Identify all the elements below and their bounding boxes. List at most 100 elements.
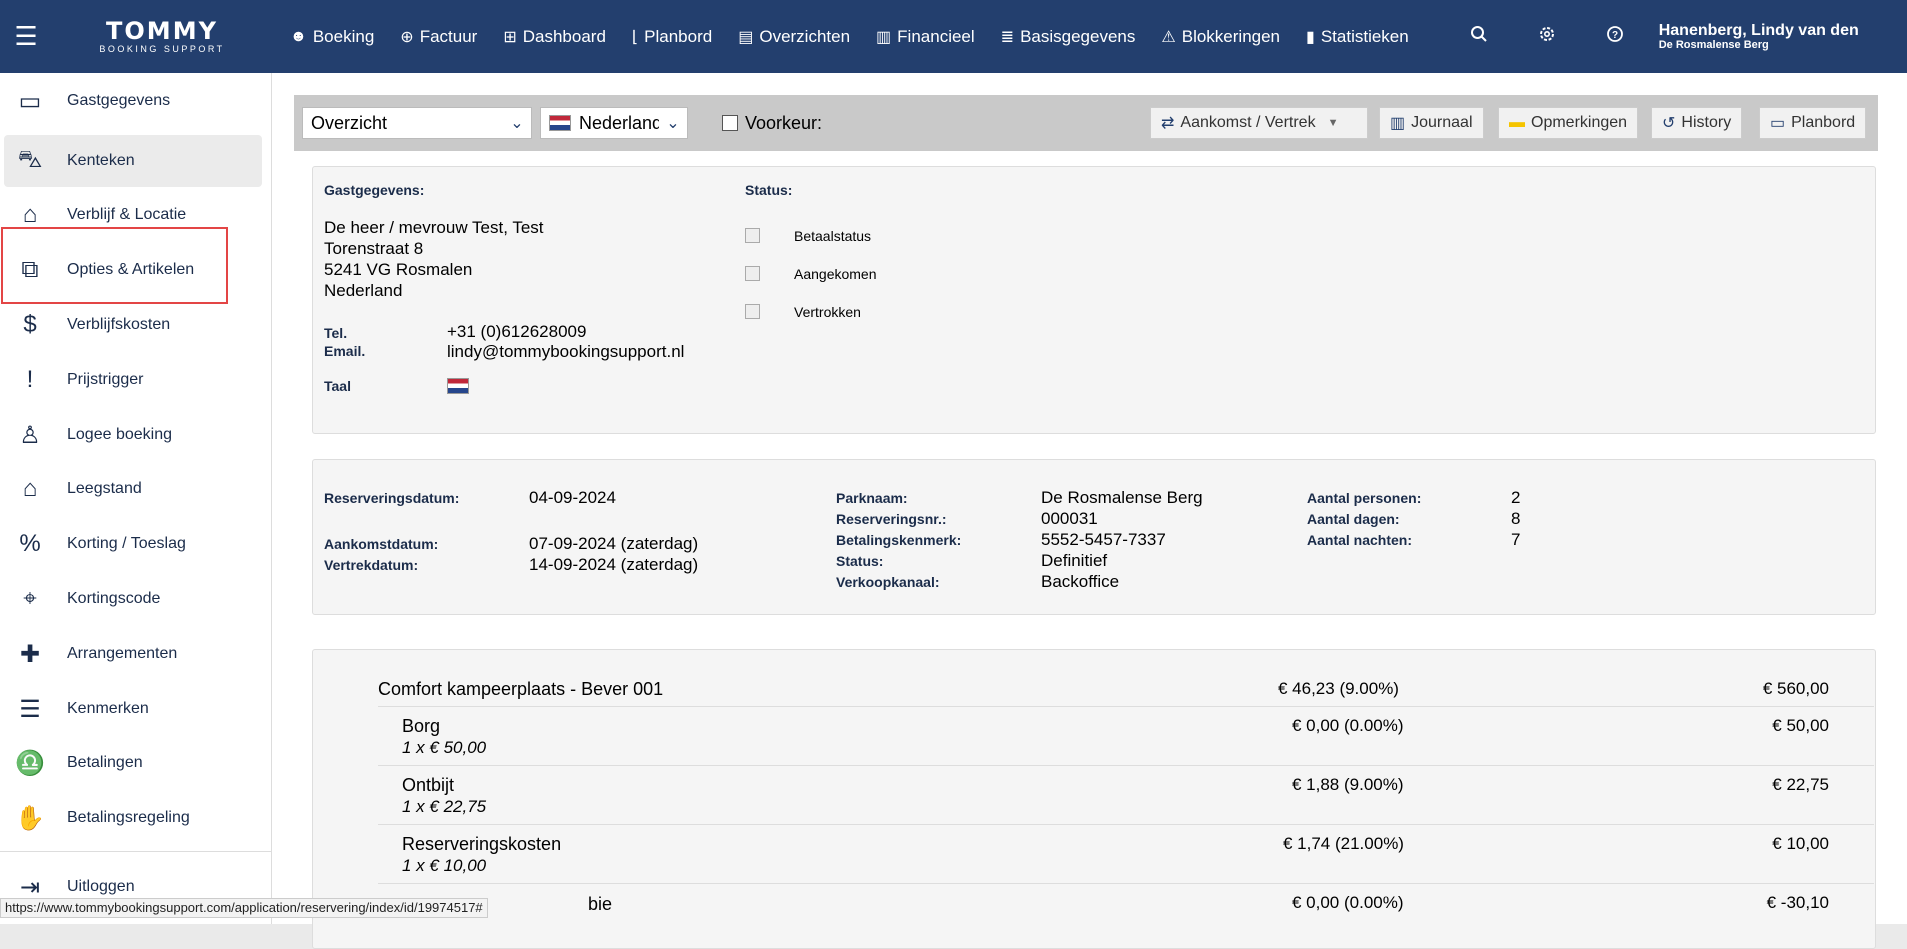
tommy-logo[interactable]: TOMMY BOOKING SUPPORT <box>52 19 272 54</box>
sidebar-item-label: Leegstand <box>67 480 142 497</box>
line-name: Ontbijt <box>402 775 455 795</box>
line-qty: 1 x € 50,00 <box>402 738 487 757</box>
voorkeur-checkbox[interactable]: Voorkeur: <box>722 107 822 139</box>
language-select[interactable]: Nederlands ⌄ <box>540 107 688 139</box>
sidebar-item-kenteken[interactable]: ⛍ Kenteken <box>4 135 262 187</box>
sidebar-item-label: Verblijf & Locatie <box>67 206 187 223</box>
status-heading: Status: <box>745 182 793 198</box>
user-plus-icon: ♙ <box>19 421 41 449</box>
nav-label: Overzichten <box>759 26 851 46</box>
taal-label: Taal <box>324 378 351 394</box>
button-label: Journaal <box>1411 114 1473 131</box>
sidebar-item-betalingen[interactable]: ♎ Betalingen <box>4 737 262 789</box>
nav-item-statistieken[interactable]: ▮ Statistieken <box>1306 27 1409 47</box>
sidebar-item-label: Betalingsregeling <box>67 809 190 826</box>
plus-circle-icon: ⊕ <box>400 28 414 46</box>
dutch-flag-icon <box>447 378 469 394</box>
button-label: History <box>1681 114 1732 131</box>
nav-label: Boeking <box>312 26 375 46</box>
button-label: Planbord <box>1791 114 1856 131</box>
smile-icon: ☻ <box>290 27 307 45</box>
caret-down-icon: ▼ <box>1327 117 1339 129</box>
sidebar-item-prijstrigger[interactable]: ! Prijstrigger <box>4 354 262 406</box>
sidebar-item-logee-boeking[interactable]: ♙ Logee boeking <box>4 409 262 461</box>
checklist-icon: ☰ <box>19 695 41 723</box>
line-amount: € 22,75 <box>1772 775 1829 794</box>
list-icon: ▤ <box>738 28 754 46</box>
nav-item-financieel[interactable]: ▥ Financieel <box>876 27 975 47</box>
help-icon[interactable]: ? <box>1581 25 1649 48</box>
hamburger-menu-icon[interactable]: ☰ <box>0 0 52 73</box>
guest-street: Torenstraat 8 <box>324 239 424 258</box>
sidebar-item-korting-toeslag[interactable]: % Korting / Toeslag <box>4 518 262 570</box>
sidebar-item-label: Kortingscode <box>67 590 161 607</box>
line-main: Comfort kampeerplaats - Bever 001 € 46,2… <box>378 650 1874 707</box>
sidebar-item-kenmerken[interactable]: ☰ Kenmerken <box>4 683 262 735</box>
search-icon[interactable] <box>1445 25 1513 48</box>
line-amount: € 560,00 <box>1762 679 1829 698</box>
kanaal-label: Verkoopkanaal: <box>836 574 940 590</box>
aankomst-vertrek-button[interactable]: ⇄ Aankomst / Vertrek ▼ <box>1150 107 1368 139</box>
nav-label: Planbord <box>644 26 713 46</box>
journaal-button[interactable]: ▥ Journaal <box>1379 107 1484 139</box>
aangekomen-checkbox[interactable] <box>745 266 760 281</box>
sidebar: ▭ Gastgegevens ⛍ Kenteken ⌂ Verblijf & Loca… <box>0 73 272 924</box>
sidebar-item-arrangementen[interactable]: ✚ Arrangementen <box>4 628 262 680</box>
sidebar-item-label: Uitloggen <box>67 878 135 895</box>
sidebar-item-label: Gastgegevens <box>67 92 171 109</box>
view-select[interactable]: Overzicht ⌄ <box>302 107 532 139</box>
planbord-window-icon: ▭ <box>1770 115 1786 132</box>
nav-item-factuur[interactable]: ⊕ Factuur <box>400 27 477 47</box>
sidebar-item-label: Kenmerken <box>67 700 149 717</box>
nav-item-basisgegevens[interactable]: ≣ Basisgegevens <box>1001 27 1136 47</box>
nav-item-blokkeringen[interactable]: ⚠ Blokkeringen <box>1161 27 1280 47</box>
piggy-bank-icon: ♎ <box>15 749 45 777</box>
line-name: Comfort kampeerplaats - Bever 001 <box>378 679 664 699</box>
nav-label: Blokkeringen <box>1181 26 1281 46</box>
line-tax: € 0,00 (0.00%) <box>1292 716 1404 735</box>
user-park: De Rosmalense Berg <box>1658 39 1769 52</box>
resnr-label: Reserveringsnr.: <box>836 511 947 527</box>
nav-item-boeking[interactable]: ☻ Boeking <box>290 27 374 47</box>
history-button[interactable]: ↺ History <box>1651 107 1743 139</box>
checkbox[interactable] <box>722 115 738 131</box>
swap-icon: ⇄ <box>1161 115 1175 132</box>
sidebar-item-verblijfskosten[interactable]: $ Verblijfskosten <box>4 299 262 351</box>
status-value: Definitief <box>1041 551 1108 570</box>
database-icon: ≣ <box>1000 28 1015 46</box>
planbord-button[interactable]: ▭ Planbord <box>1759 107 1867 139</box>
sidebar-item-label: Betalingen <box>67 754 143 771</box>
sidebar-item-leegstand[interactable]: ⌂ Leegstand <box>4 463 262 515</box>
line-qty: 1 x € 10,00 <box>402 856 487 875</box>
opmerkingen-button[interactable]: ▬ Opmerkingen <box>1498 107 1639 139</box>
line-qty: 1 x € 22,75 <box>402 797 487 816</box>
vertrokken-label: Vertrokken <box>794 304 861 320</box>
kenmerk-value: 5552-5457-7337 <box>1041 530 1166 549</box>
vertrokken-checkbox[interactable] <box>745 304 760 319</box>
line-amount: € -30,10 <box>1766 893 1829 912</box>
handshake-icon: ✋ <box>15 804 45 832</box>
nav-item-dashboard[interactable]: ⊞ Dashboard <box>503 27 606 47</box>
sidebar-item-betalingsregeling[interactable]: ✋ Betalingsregeling <box>4 792 262 844</box>
personen-label: Aantal personen: <box>1307 490 1422 506</box>
sidebar-item-gastgegevens[interactable]: ▭ Gastgegevens <box>4 75 262 127</box>
email-value: lindy@tommybookingsupport.nl <box>447 342 685 361</box>
view-select-value: Overzicht <box>311 112 388 133</box>
line-name: Borg <box>402 716 441 736</box>
language-select-value: Nederlands <box>579 112 672 133</box>
nav-item-planbord[interactable]: ⌊ Planbord <box>632 27 712 47</box>
dutch-flag-icon <box>549 115 571 131</box>
parknaam-value: De Rosmalense Berg <box>1041 488 1203 507</box>
betaalstatus-checkbox[interactable] <box>745 228 760 243</box>
sidebar-item-label: Prijstrigger <box>67 371 144 388</box>
line-tax: € 1,74 (21.00%) <box>1283 834 1404 853</box>
sidebar-item-kortingscode[interactable]: ⌖ Kortingscode <box>4 573 262 625</box>
line-item: Ontbijt 1 x € 22,75 € 1,88 (9.00%) € 22,… <box>378 766 1874 825</box>
button-label: Aankomst / Vertrek <box>1180 114 1316 131</box>
history-icon: ↺ <box>1662 115 1676 132</box>
sidebar-item-label: Korting / Toeslag <box>67 535 186 552</box>
user-profile[interactable]: Hanenberg, Lindy van den De Rosmalense B… <box>1659 22 1859 52</box>
gear-icon[interactable] <box>1513 25 1581 48</box>
parknaam-label: Parknaam: <box>836 490 908 506</box>
nav-item-overzichten[interactable]: ▤ Overzichten <box>738 27 850 47</box>
